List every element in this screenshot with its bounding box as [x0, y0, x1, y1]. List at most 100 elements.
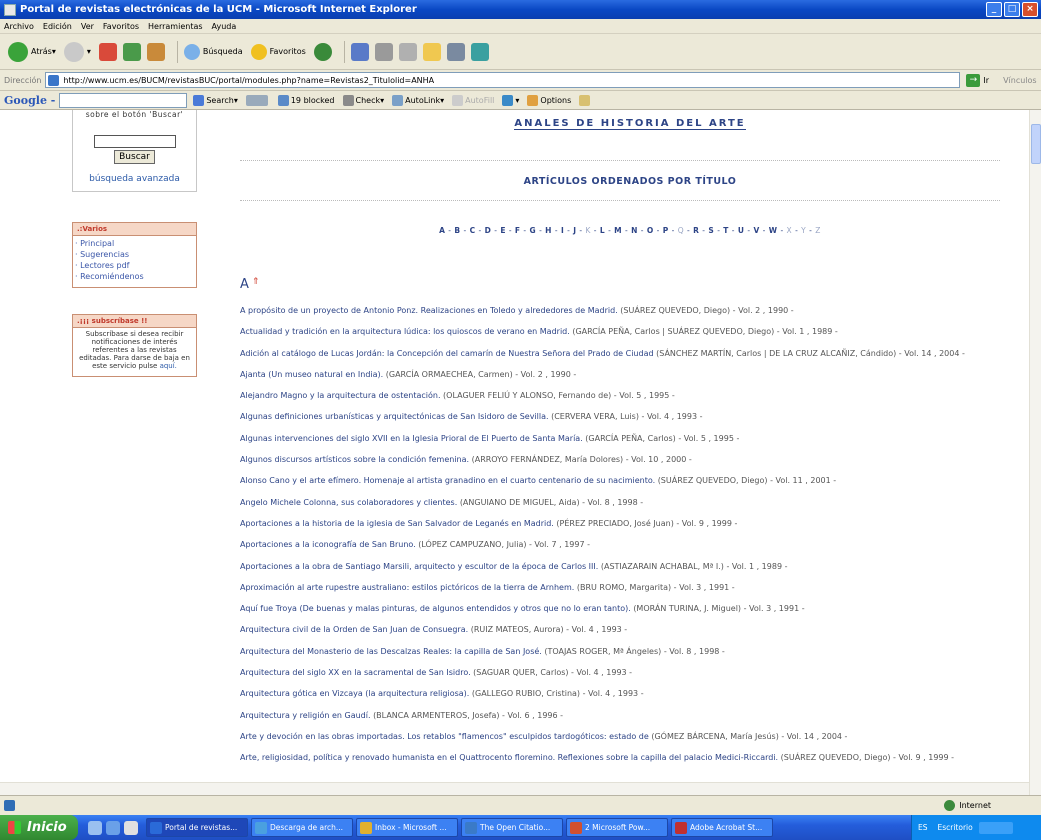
taskbar-task-button[interactable]: 2 Microsoft Pow...: [566, 818, 668, 837]
article-meta: (CERVERA VERA, Luis) - Vol. 4 , 1993 -: [551, 412, 703, 422]
article-title-link[interactable]: Arquitectura y religión en Gaudí.: [240, 711, 371, 720]
favorites-button[interactable]: Favoritos: [250, 43, 306, 60]
article-title-link[interactable]: Arquitectura del Monasterio de las Desca…: [240, 647, 542, 656]
search-button[interactable]: Búsqueda: [183, 43, 243, 60]
show-desktop-icon[interactable]: [88, 820, 102, 835]
article-title-link[interactable]: A propósito de un proyecto de Antonio Po…: [240, 306, 618, 315]
print-icon[interactable]: [374, 42, 393, 61]
link-principal[interactable]: · Principal: [73, 238, 196, 249]
search-icon: [183, 43, 200, 60]
close-button[interactable]: ×: [1022, 2, 1038, 17]
article-title-link[interactable]: Actualidad y tradición en la arquitectur…: [240, 327, 570, 336]
buscar-button[interactable]: Buscar: [114, 150, 155, 164]
article-meta: (GARCÍA ORMAECHEA, Carmen) - Vol. 2 , 19…: [385, 369, 577, 379]
edit-icon[interactable]: [398, 42, 417, 61]
taskbar-task-button[interactable]: Descarga de arch...: [251, 818, 353, 837]
spell-check-button[interactable]: Check ▾: [342, 94, 384, 106]
article-title-link[interactable]: Algunas intervenciones del siglo XVII en…: [240, 434, 583, 443]
article-title-link[interactable]: Alonso Cano y el arte efímero. Homenaje …: [240, 476, 655, 485]
article-title-link[interactable]: Aportaciones a la iconografía de San Bru…: [240, 540, 416, 549]
alphabet-letter-o[interactable]: O: [647, 226, 654, 235]
taskbar-task-button[interactable]: Adobe Acrobat St...: [671, 818, 773, 837]
article-title-link[interactable]: Algunos discursos artísticos sobre la co…: [240, 455, 469, 464]
options-button[interactable]: Options: [527, 94, 571, 106]
language-indicator[interactable]: ES: [918, 823, 928, 832]
alphabet-letter-h[interactable]: H: [545, 226, 552, 235]
minimize-button[interactable]: _: [986, 2, 1002, 17]
article-title-link[interactable]: Arte y devoción en las obras importadas.…: [240, 732, 649, 741]
horizontal-scrollbar[interactable]: [0, 782, 1029, 795]
page-icon: [48, 74, 60, 86]
taskbar-task-button[interactable]: Inbox - Microsoft ...: [356, 818, 458, 837]
discuss-icon[interactable]: [446, 42, 465, 61]
article-title-link[interactable]: Aportaciones a la historia de la iglesia…: [240, 519, 554, 528]
taskbar-task-button[interactable]: Portal de revistas...: [146, 818, 248, 837]
ie-quicklaunch-icon[interactable]: [106, 820, 120, 835]
menu-archivo[interactable]: Archivo: [4, 22, 34, 31]
article-title-link[interactable]: Aquí fue Troya (De buenas y malas pintur…: [240, 604, 631, 613]
media-icon[interactable]: [124, 820, 138, 835]
links-button[interactable]: Vínculos: [1003, 76, 1037, 85]
go-button[interactable]: → Ir: [966, 73, 989, 87]
back-button[interactable]: Atrás ▾: [8, 41, 56, 62]
stop-icon[interactable]: [98, 42, 117, 61]
vertical-scrollbar[interactable]: [1029, 110, 1041, 795]
article-title-link[interactable]: Arquitectura gótica en Vizcaya (la arqui…: [240, 689, 469, 698]
tray-icons[interactable]: [978, 821, 1013, 834]
advanced-search-link[interactable]: búsqueda avanzada: [73, 174, 196, 184]
alphabet-letter-n[interactable]: N: [631, 226, 638, 235]
link-recomiendenos[interactable]: · Recomiéndenos: [73, 271, 196, 282]
start-label: Inicio: [27, 820, 67, 835]
page-info-button[interactable]: ▾: [502, 94, 519, 106]
alphabet-letter-w[interactable]: W: [769, 226, 778, 235]
pagerank-indicator[interactable]: [245, 94, 270, 106]
alphabet-letter-u[interactable]: U: [738, 226, 745, 235]
taskbar-task-button[interactable]: The Open Citatio...: [461, 818, 563, 837]
popup-blocker-button[interactable]: 19 blocked: [277, 94, 335, 106]
article-title-link[interactable]: Angelo Michele Colonna, sus colaboradore…: [240, 498, 457, 507]
list-item: Alonso Cano y el arte efímero. Homenaje …: [240, 476, 1000, 486]
history-icon[interactable]: [313, 42, 332, 61]
start-button[interactable]: Inicio: [0, 815, 78, 840]
google-search-button[interactable]: Search ▾: [193, 94, 238, 106]
highlight-button[interactable]: [579, 94, 592, 106]
article-title-link[interactable]: Arte, religiosidad, política y renovado …: [240, 753, 778, 762]
maximize-button[interactable]: □: [1004, 2, 1020, 17]
article-title-link[interactable]: Arquitectura civil de la Orden de San Ju…: [240, 625, 468, 634]
article-title-link[interactable]: Adición al catálogo de Lucas Jordán: la …: [240, 349, 654, 358]
autolink-button[interactable]: AutoLink ▾: [392, 94, 444, 106]
google-search-input[interactable]: [59, 92, 188, 108]
alphabet-separator: -: [668, 226, 678, 235]
folder-icon[interactable]: [422, 42, 441, 61]
task-app-icon: [465, 821, 477, 834]
search-input[interactable]: [93, 135, 176, 148]
home-icon[interactable]: [146, 42, 165, 61]
subscribe-link[interactable]: aquí.: [160, 362, 177, 370]
article-title-link[interactable]: Algunas definiciones urbanísticas y arqu…: [240, 412, 549, 421]
link-lectores-pdf[interactable]: · Lectores pdf: [73, 260, 196, 271]
article-title-link[interactable]: Arquitectura del siglo XX en la sacramen…: [240, 668, 471, 677]
article-title-link[interactable]: Aproximación al arte rupestre australian…: [240, 583, 574, 592]
menu-edicion[interactable]: Edición: [43, 22, 72, 31]
menu-favoritos[interactable]: Favoritos: [103, 22, 139, 31]
forward-button[interactable]: ▾: [63, 41, 91, 62]
google-logo[interactable]: Google -: [4, 94, 55, 107]
task-label: Inbox - Microsoft ...: [375, 823, 447, 832]
menu-ver[interactable]: Ver: [81, 22, 94, 31]
menu-ayuda[interactable]: Ayuda: [212, 22, 237, 31]
autofill-button[interactable]: AutoFill: [452, 94, 494, 106]
article-title-link[interactable]: Alejandro Magno y la arquitectura de ost…: [240, 391, 441, 400]
address-input[interactable]: http://www.ucm.es/BUCM/revistasBUC/porta…: [45, 72, 961, 88]
refresh-icon[interactable]: [122, 42, 141, 61]
article-title-link[interactable]: Ajanta (Un museo natural en India).: [240, 370, 383, 379]
alphabet-letter-m[interactable]: M: [614, 226, 622, 235]
article-meta: (GARCÍA PEÑA, Carlos | SUÁREZ QUEVEDO, D…: [572, 327, 838, 337]
article-title-link[interactable]: Aportaciones a la obra de Santiago Marsi…: [240, 562, 598, 571]
link-sugerencias[interactable]: · Sugerencias: [73, 249, 196, 260]
messenger-icon[interactable]: [470, 42, 489, 61]
mail-icon[interactable]: [350, 42, 369, 61]
scrollbar-thumb[interactable]: [1031, 124, 1041, 164]
desktop-toolbar[interactable]: Escritorio: [938, 823, 973, 832]
back-to-top-icon[interactable]: ⇑: [252, 277, 260, 287]
menu-herramientas[interactable]: Herramientas: [148, 22, 203, 31]
